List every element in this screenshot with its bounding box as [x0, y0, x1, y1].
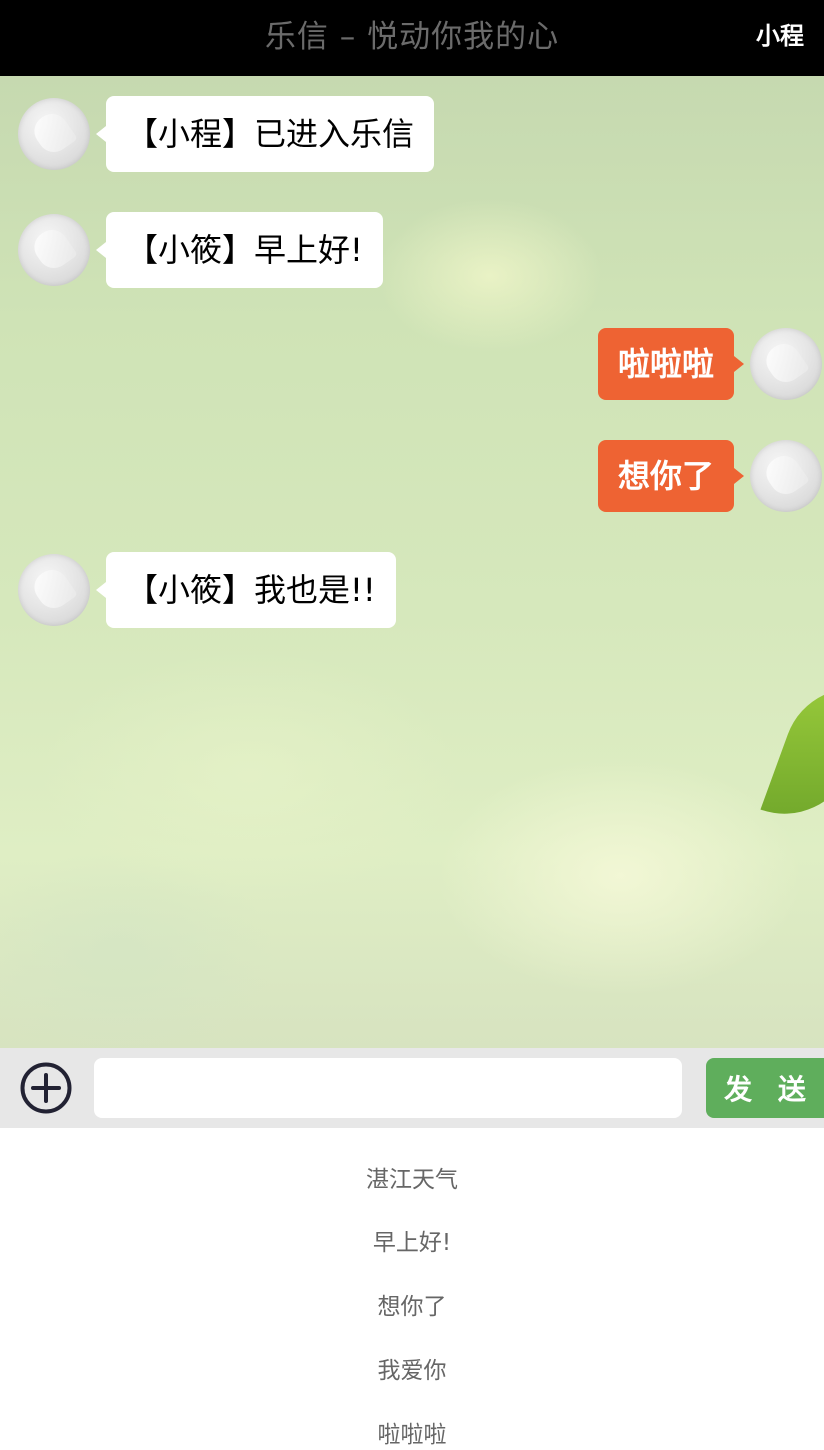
quick-reply-item[interactable]: 啦啦啦	[0, 1415, 824, 1450]
quick-reply-item[interactable]: 早上好!	[0, 1223, 824, 1263]
message-received: 【小程】已进入乐信	[18, 96, 435, 172]
chat-area[interactable]: 【小程】已进入乐信 【小筱】早上好! 啦啦啦 想你了 【小筱】我也是!!	[0, 76, 824, 1048]
message-input[interactable]	[94, 1058, 682, 1118]
quick-reply-list: 湛江天气 早上好! 想你了 我爱你 啦啦啦	[0, 1128, 824, 1450]
avatar[interactable]	[750, 328, 822, 400]
app-header: 乐信 – 悦动你我的心 小程	[0, 0, 824, 76]
avatar[interactable]	[750, 440, 822, 512]
app-title: 乐信 – 悦动你我的心	[264, 19, 560, 55]
quick-reply-item[interactable]: 湛江天气	[0, 1160, 824, 1200]
message-bubble: 【小筱】早上好!	[96, 212, 383, 288]
message-bubble: 啦啦啦	[597, 328, 745, 400]
quick-reply-item[interactable]: 我爱你	[0, 1351, 824, 1391]
avatar[interactable]	[18, 98, 90, 170]
avatar[interactable]	[18, 554, 90, 626]
background-leaf	[760, 668, 824, 834]
message-received: 【小筱】我也是!!	[18, 552, 396, 628]
message-sent: 啦啦啦	[597, 328, 822, 400]
quick-reply-item[interactable]: 想你了	[0, 1287, 824, 1327]
plus-circle-icon[interactable]	[20, 1062, 72, 1114]
message-sent: 想你了	[597, 440, 822, 512]
message-received: 【小筱】早上好!	[18, 212, 383, 288]
message-bubble: 想你了	[597, 440, 745, 512]
send-button[interactable]: 发 送	[706, 1058, 824, 1118]
message-bubble: 【小程】已进入乐信	[95, 96, 435, 172]
avatar[interactable]	[18, 214, 90, 286]
input-bar: 发 送	[0, 1048, 824, 1128]
current-username[interactable]: 小程	[756, 0, 804, 72]
message-bubble: 【小筱】我也是!!	[96, 552, 396, 628]
